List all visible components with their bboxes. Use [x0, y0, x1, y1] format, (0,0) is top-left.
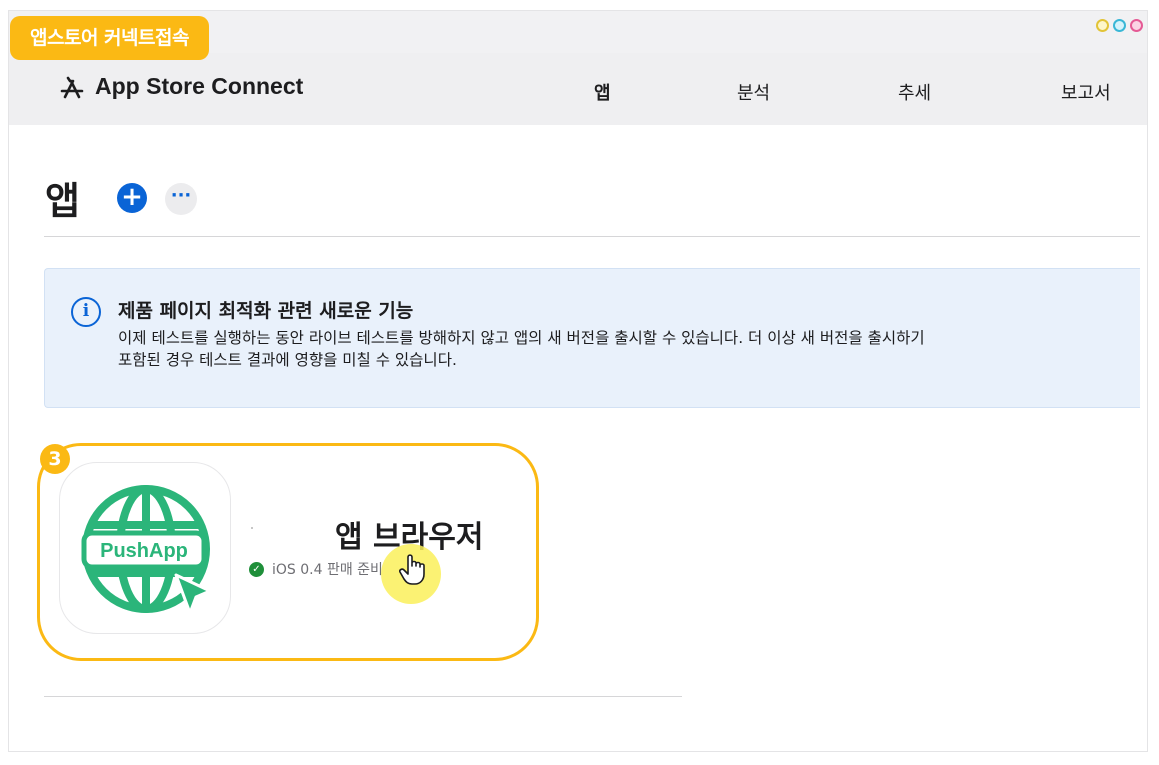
app-icon[interactable]: PushApp: [59, 462, 231, 634]
top-navigation: App Store Connect 앱 분석 추세 보고서: [9, 53, 1147, 125]
banner-line-1: 이제 테스트를 실행하는 동안 라이브 테스트를 방해하지 않고 앱의 새 버전…: [118, 329, 925, 347]
nav-item-reports[interactable]: 보고서: [1061, 79, 1111, 105]
nav-item-apps[interactable]: 앱: [594, 79, 611, 105]
step-tag: 앱스토어 커넥트접속: [10, 16, 209, 60]
banner-line-2: 포함된 경우 테스트 결과에 영향을 미칠 수 있습니다.: [118, 351, 457, 369]
globe-icon: PushApp: [81, 485, 212, 615]
brand-logo[interactable]: App Store Connect: [59, 73, 303, 100]
brand-name: App Store Connect: [95, 73, 304, 99]
app-status: ✓ iOS 0.4 판매 준비: [249, 559, 383, 579]
add-app-button[interactable]: +: [117, 183, 147, 213]
banner-title: 제품 페이지 최적화 관련 새로운 기능: [118, 300, 414, 322]
app-icon-label: PushApp: [100, 540, 188, 562]
more-options-button[interactable]: ···: [165, 183, 197, 215]
minimize-button[interactable]: [1096, 19, 1109, 32]
status-label: iOS 0.4 판매 준비: [272, 562, 383, 578]
banner-message: 이제 테스트를 실행하는 동안 라이브 테스트를 방해하지 않고 앱의 새 버전…: [118, 327, 925, 371]
nav-item-trends[interactable]: 추세: [898, 79, 931, 105]
app-store-icon: [60, 76, 84, 98]
list-divider: [44, 696, 682, 697]
hand-pointer-icon: [399, 554, 425, 585]
close-button[interactable]: [1130, 19, 1143, 32]
window-controls: [1096, 19, 1143, 32]
title-divider: [44, 236, 1140, 237]
zoom-button[interactable]: [1113, 19, 1126, 32]
separator-dot: [251, 527, 253, 529]
info-icon: i: [71, 297, 101, 327]
nav-item-analytics[interactable]: 분석: [737, 79, 770, 105]
check-circle-icon: ✓: [249, 561, 264, 577]
page-title: 앱: [45, 179, 80, 223]
info-banner: i 제품 페이지 최적화 관련 새로운 기능 이제 테스트를 실행하는 동안 라…: [44, 268, 1140, 408]
